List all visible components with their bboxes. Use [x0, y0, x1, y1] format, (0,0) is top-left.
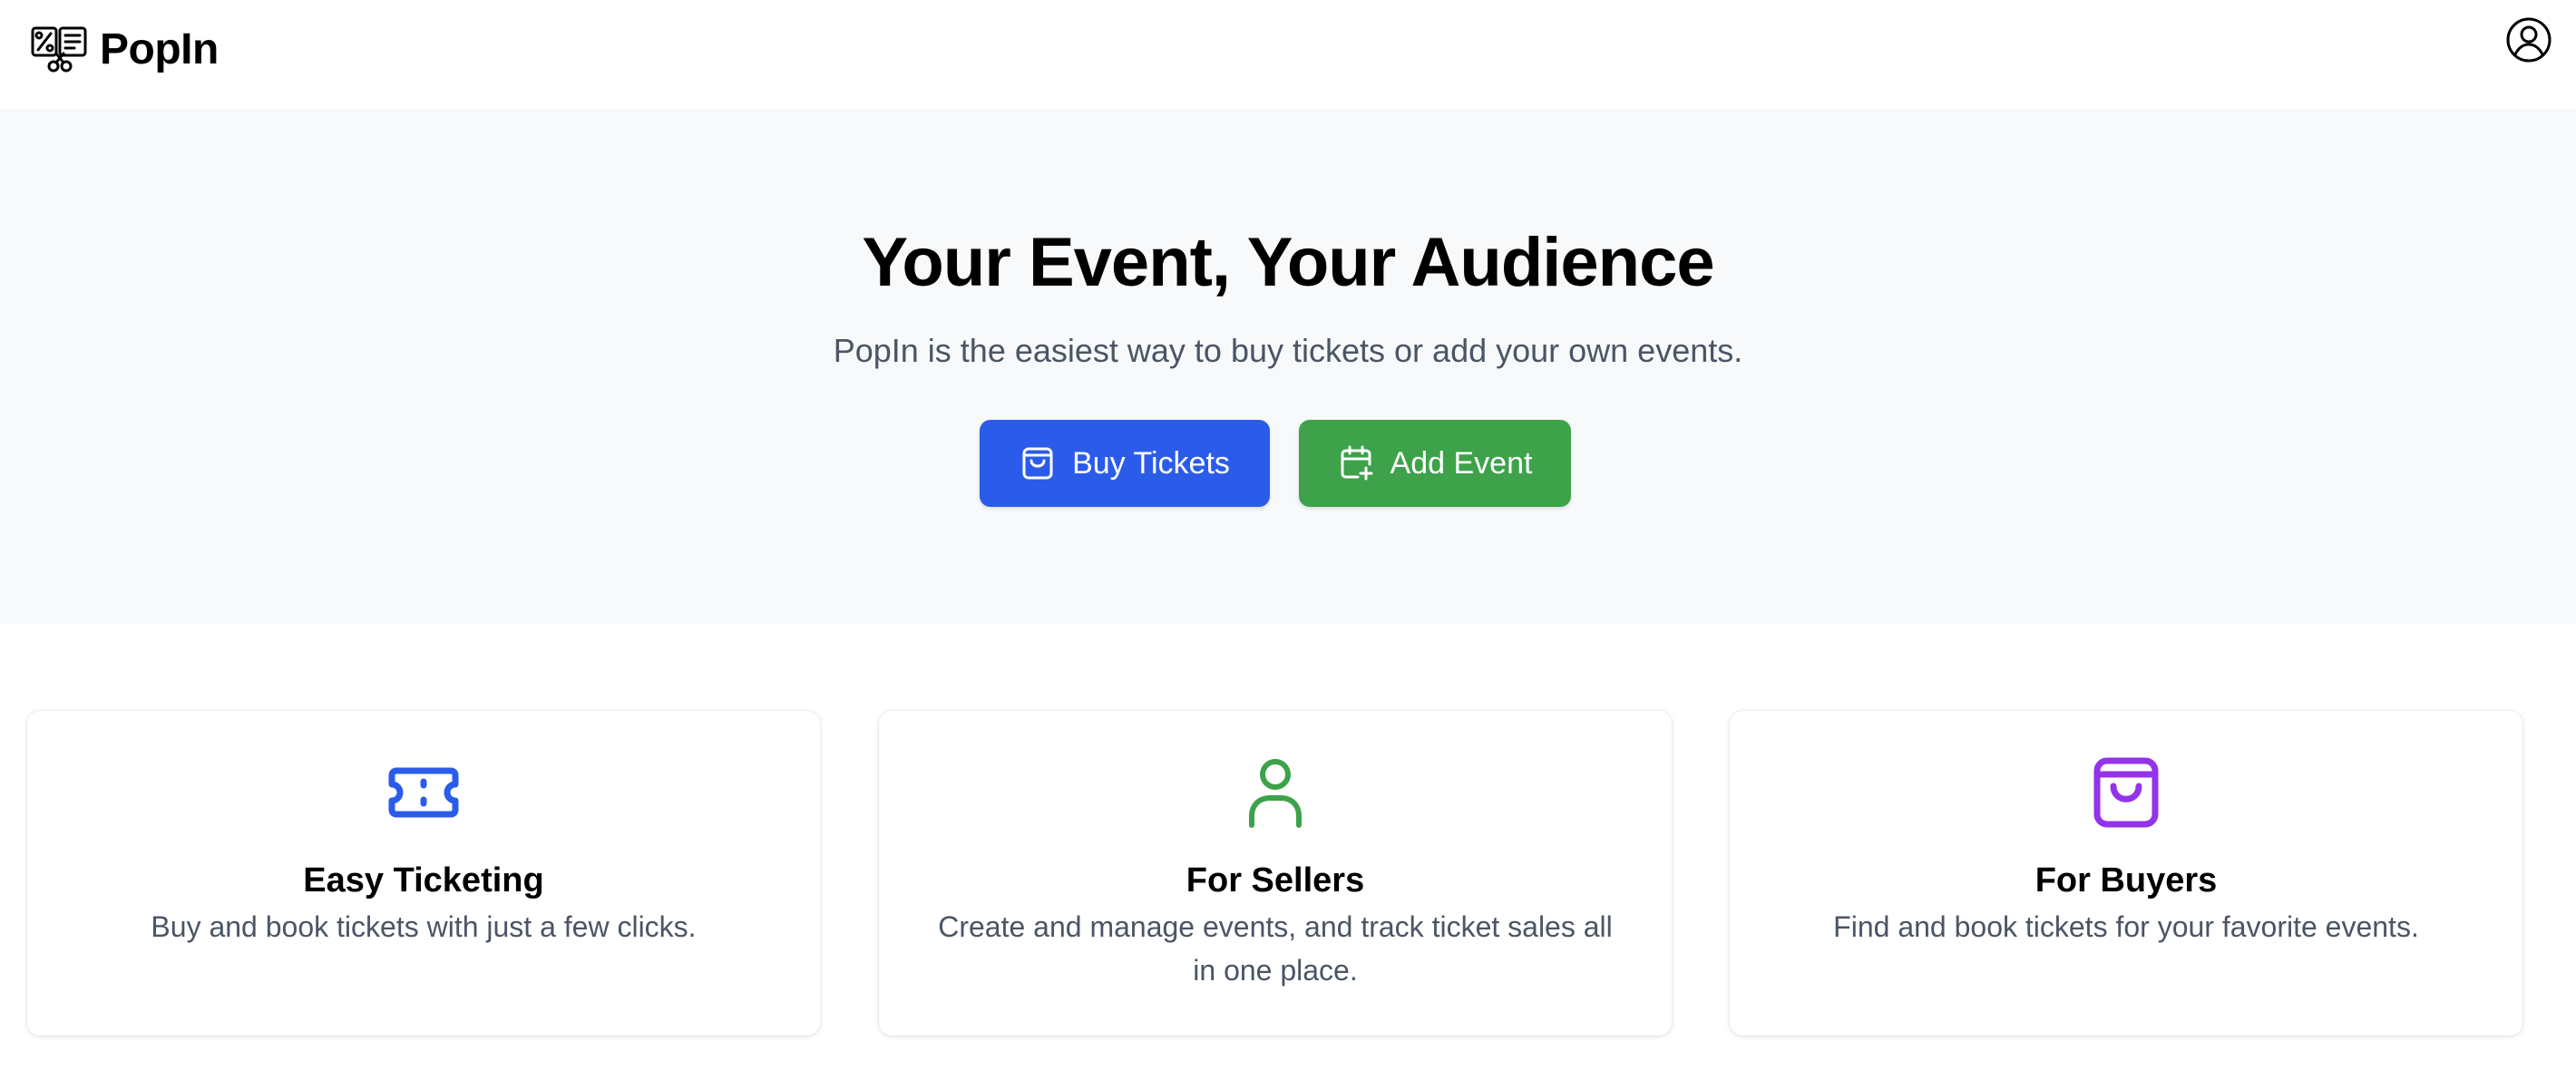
buy-tickets-label: Buy Tickets: [1072, 445, 1230, 481]
feature-card-for-sellers: For Sellers Create and manage events, an…: [879, 711, 1672, 1036]
feature-title: Easy Ticketing: [303, 861, 544, 900]
hero-subtitle: PopIn is the easiest way to buy tickets …: [833, 332, 1743, 369]
shopping-bag-icon: [2093, 757, 2159, 828]
hero-title: Your Event, Your Audience: [862, 224, 1714, 301]
add-event-label: Add Event: [1390, 445, 1533, 481]
feature-description: Buy and book tickets with just a few cli…: [151, 910, 697, 943]
brand-home-link[interactable]: PopIn: [31, 16, 219, 82]
feature-title: For Buyers: [2034, 861, 2218, 900]
feature-description: Find and book tickets for your favorite …: [1833, 910, 2419, 943]
brand-name: PopIn: [100, 24, 219, 73]
buy-tickets-button[interactable]: Buy Tickets: [980, 420, 1270, 507]
feature-description: Create and manage events, and track tick…: [938, 910, 1613, 987]
shopping-bag-icon: [1022, 447, 1053, 480]
feature-card-for-buyers: For Buyers Find and book tickets for you…: [1730, 711, 2522, 1036]
hero-section: Your Event, Your Audience PopIn is the e…: [0, 109, 2576, 624]
calendar-plus-icon: [1341, 445, 1373, 481]
user-circle-icon: [2506, 17, 2552, 63]
profile-button[interactable]: [2503, 15, 2554, 65]
ticket-icon: [388, 767, 459, 818]
top-navbar: PopIn: [0, 0, 2576, 109]
feature-card-easy-ticketing: Easy Ticketing Buy and book tickets with…: [27, 711, 820, 1036]
add-event-button[interactable]: Add Event: [1299, 420, 1571, 507]
user-icon: [1249, 759, 1302, 828]
ticket-scissors-logo-icon: [31, 26, 87, 73]
feature-title: For Sellers: [1186, 861, 1365, 900]
